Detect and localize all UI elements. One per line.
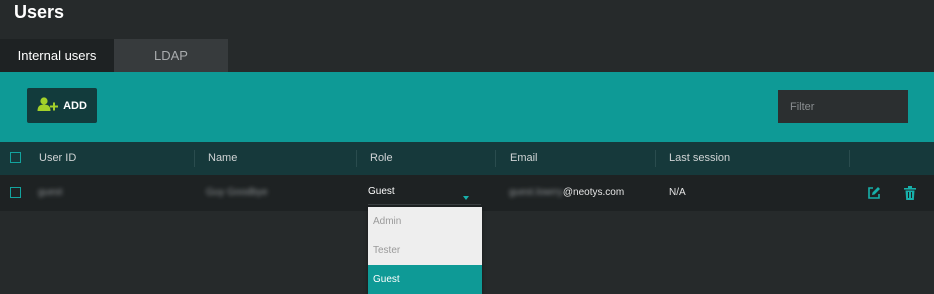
add-user-button[interactable]: ADD xyxy=(27,88,97,123)
column-divider xyxy=(655,150,656,167)
email-cell: guest.lowrry@neotys.com xyxy=(509,175,624,211)
table-row: guest Guy Goodbye Guest guest.lowrry@neo… xyxy=(0,175,934,211)
role-select-value: Guest xyxy=(368,186,395,197)
chevron-down-icon xyxy=(463,196,469,200)
column-role[interactable]: Role xyxy=(370,142,393,175)
table-header: User ID Name Role Email Last session xyxy=(0,142,934,175)
tab-bar: Internal users LDAP xyxy=(0,39,228,72)
tab-ldap[interactable]: LDAP xyxy=(114,39,228,72)
tab-internal-users[interactable]: Internal users xyxy=(0,39,114,72)
add-user-icon xyxy=(37,96,59,115)
user-id-cell: guest xyxy=(38,187,63,198)
role-option-tester[interactable]: Tester xyxy=(368,236,482,265)
row-checkbox[interactable] xyxy=(10,187,21,198)
email-user-part: guest.lowrry xyxy=(509,187,563,198)
toolbar: ADD xyxy=(0,72,934,142)
column-divider xyxy=(194,150,195,167)
role-select[interactable]: Guest xyxy=(368,186,481,205)
trash-icon[interactable] xyxy=(904,186,916,200)
column-email[interactable]: Email xyxy=(510,142,538,175)
select-all-checkbox[interactable] xyxy=(10,152,21,163)
add-button-label: ADD xyxy=(63,99,87,112)
column-divider xyxy=(495,150,496,167)
role-dropdown-menu: Admin Tester Guest xyxy=(368,207,482,294)
email-domain: @neotys.com xyxy=(562,187,625,198)
role-option-admin[interactable]: Admin xyxy=(368,207,482,236)
last-session-cell: N/A xyxy=(669,187,686,198)
name-cell: Guy Goodbye xyxy=(206,187,268,198)
column-user-id[interactable]: User ID xyxy=(39,142,76,175)
role-option-guest[interactable]: Guest xyxy=(368,265,482,294)
column-last-session[interactable]: Last session xyxy=(669,142,730,175)
filter-input[interactable] xyxy=(778,90,908,123)
column-name[interactable]: Name xyxy=(208,142,237,175)
edit-icon[interactable] xyxy=(867,186,881,200)
column-divider xyxy=(849,150,850,167)
column-divider xyxy=(356,150,357,167)
page-title: Users xyxy=(14,2,65,22)
